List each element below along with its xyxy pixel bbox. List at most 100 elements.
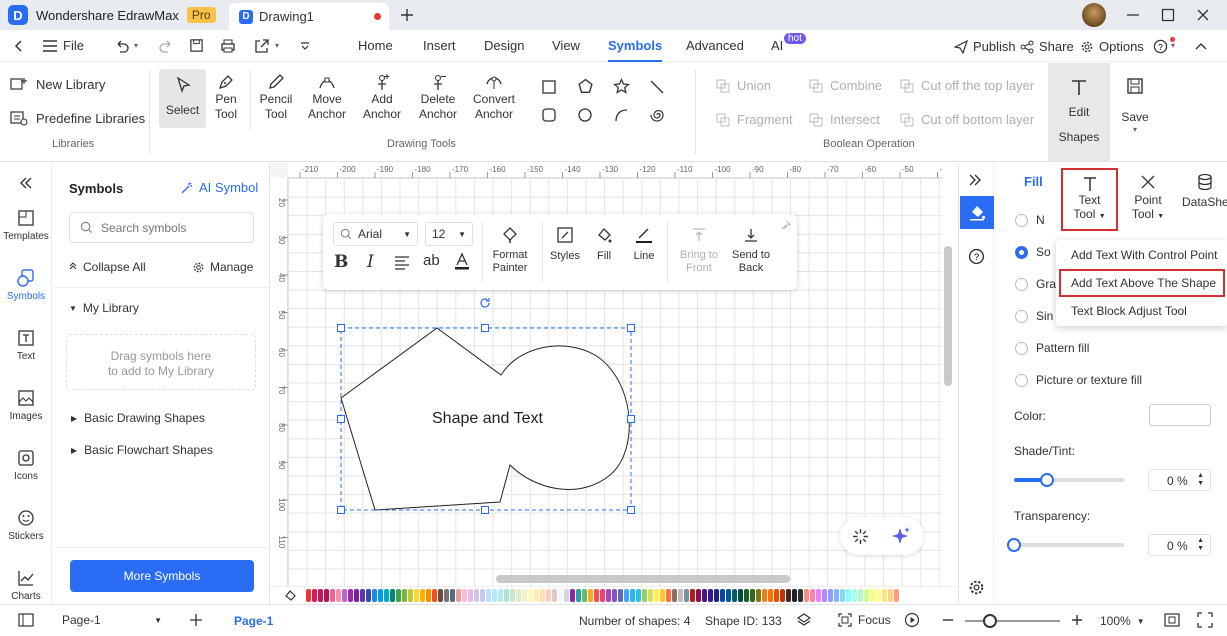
color-swatch[interactable] (690, 589, 695, 602)
transparency-slider-track[interactable] (1007, 538, 1124, 552)
color-swatch[interactable] (312, 589, 317, 602)
color-swatch[interactable] (474, 589, 479, 602)
color-swatch[interactable] (336, 589, 341, 602)
zoom-slider-knob[interactable] (983, 614, 997, 628)
settings-gear-icon[interactable] (968, 579, 985, 596)
color-swatch[interactable] (360, 589, 365, 602)
user-avatar[interactable] (1082, 3, 1106, 27)
color-swatch[interactable] (792, 589, 797, 602)
text-case-button[interactable]: ab (423, 252, 440, 269)
rail-charts[interactable]: Charts (0, 569, 52, 602)
save-dropdown-icon[interactable]: ▾ (1116, 125, 1154, 134)
color-swatch[interactable] (858, 589, 863, 602)
add-anchor-button[interactable]: Add Anchor (360, 72, 404, 122)
my-library-drop-zone[interactable]: Drag symbols here to add to My Library (66, 334, 256, 390)
radio-single[interactable] (1015, 309, 1028, 323)
radio-solid[interactable] (1015, 245, 1028, 259)
color-swatch[interactable] (582, 589, 587, 602)
color-swatch[interactable] (606, 589, 611, 602)
collapse-panel-icon[interactable] (17, 175, 33, 191)
menu-item-text-block-adjust[interactable]: Text Block Adjust Tool (1071, 304, 1187, 318)
more-quick-actions-icon[interactable] (299, 40, 311, 52)
options-button[interactable]: Options (1080, 39, 1144, 54)
fill-tab-title[interactable]: Fill (1024, 174, 1043, 189)
export-dropdown-icon[interactable]: ▾ (275, 41, 279, 50)
combine-button[interactable]: Combine (809, 78, 882, 93)
color-swatch[interactable] (714, 589, 719, 602)
color-swatch[interactable] (708, 589, 713, 602)
color-swatch[interactable] (870, 589, 875, 602)
color-swatch[interactable] (798, 589, 803, 602)
color-swatch[interactable] (786, 589, 791, 602)
selection-handle[interactable] (627, 506, 635, 514)
color-swatch[interactable] (594, 589, 599, 602)
pen-tool-button[interactable]: Pen Tool (208, 72, 244, 122)
save-ribbon-button[interactable]: Save ▾ (1116, 76, 1154, 134)
rail-images[interactable]: Images (0, 389, 52, 422)
convert-anchor-button[interactable]: Convert Anchor (470, 72, 518, 122)
selection-handle[interactable] (337, 506, 345, 514)
help-dropdown-icon[interactable]: ▾ (1171, 41, 1175, 50)
datasheet-button[interactable]: DataShe (1182, 173, 1227, 210)
color-swatch[interactable] (432, 589, 437, 602)
color-swatch[interactable] (726, 589, 731, 602)
back-arrow-icon[interactable] (12, 39, 26, 53)
bold-button[interactable]: B (334, 252, 348, 272)
color-swatch[interactable] (774, 589, 779, 602)
circle-shape-icon[interactable] (577, 107, 593, 123)
color-swatch[interactable] (882, 589, 887, 602)
color-swatch[interactable] (510, 589, 515, 602)
rail-templates[interactable]: Templates (0, 209, 52, 242)
color-swatch[interactable] (624, 589, 629, 602)
color-swatch[interactable] (822, 589, 827, 602)
cut-top-layer-button[interactable]: Cut off the top layer (900, 78, 1034, 93)
color-swatch[interactable] (852, 589, 857, 602)
text-tool-button[interactable]: Text Tool ▼ (1061, 168, 1118, 231)
page-panel-icon[interactable] (18, 613, 34, 627)
color-swatch[interactable] (516, 589, 521, 602)
rail-text[interactable]: Text (0, 329, 52, 362)
spiral-shape-icon[interactable] (649, 107, 665, 123)
font-color-icon[interactable] (454, 252, 470, 271)
fill-option-picture[interactable]: Picture or texture fill (1015, 373, 1142, 387)
color-swatch[interactable] (540, 589, 545, 602)
page-tab-active[interactable]: Page-1 (234, 614, 273, 628)
color-swatch[interactable] (402, 589, 407, 602)
rounded-rectangle-shape-icon[interactable] (541, 107, 557, 123)
export-icon[interactable] (254, 38, 270, 54)
tab-advanced[interactable]: Advanced (686, 38, 744, 53)
color-swatch[interactable] (426, 589, 431, 602)
file-menu[interactable]: File (43, 38, 84, 53)
fill-option-single[interactable]: Sin (1015, 309, 1053, 323)
color-swatch[interactable] (678, 589, 683, 602)
color-swatch[interactable] (876, 589, 881, 602)
point-tool-button[interactable]: Point Tool ▼ (1124, 173, 1172, 224)
color-swatch[interactable] (834, 589, 839, 602)
delete-anchor-button[interactable]: Delete Anchor (415, 72, 461, 122)
shade-value-input[interactable]: 0 % ▲ ▼ (1148, 469, 1211, 491)
selection-handle[interactable] (627, 324, 635, 332)
color-swatch[interactable] (390, 589, 395, 602)
shape-text[interactable]: Shape and Text (432, 410, 543, 428)
radio-picture[interactable] (1015, 373, 1028, 387)
color-swatch[interactable] (864, 589, 869, 602)
color-swatch[interactable] (588, 589, 593, 602)
transparency-value-input[interactable]: 0 % ▲ ▼ (1148, 534, 1211, 556)
color-swatch[interactable] (564, 589, 569, 602)
color-swatch[interactable] (534, 589, 539, 602)
color-swatch[interactable] (612, 589, 617, 602)
color-swatch[interactable] (414, 589, 419, 602)
color-swatch[interactable] (768, 589, 773, 602)
play-icon[interactable] (904, 612, 920, 628)
color-swatch[interactable] (318, 589, 323, 602)
color-swatch[interactable] (636, 589, 641, 602)
app-tab[interactable]: D Wondershare EdrawMax Pro (8, 3, 224, 27)
bring-to-front-button[interactable]: Bring to Front (675, 226, 723, 275)
rectangle-shape-icon[interactable] (541, 79, 557, 95)
color-swatch[interactable] (570, 589, 575, 602)
color-swatch[interactable] (744, 589, 749, 602)
fill-option-gradient[interactable]: Gra (1015, 277, 1056, 291)
fill-option-pattern[interactable]: Pattern fill (1015, 341, 1089, 355)
color-swatch[interactable] (684, 589, 689, 602)
color-swatch[interactable] (504, 589, 509, 602)
